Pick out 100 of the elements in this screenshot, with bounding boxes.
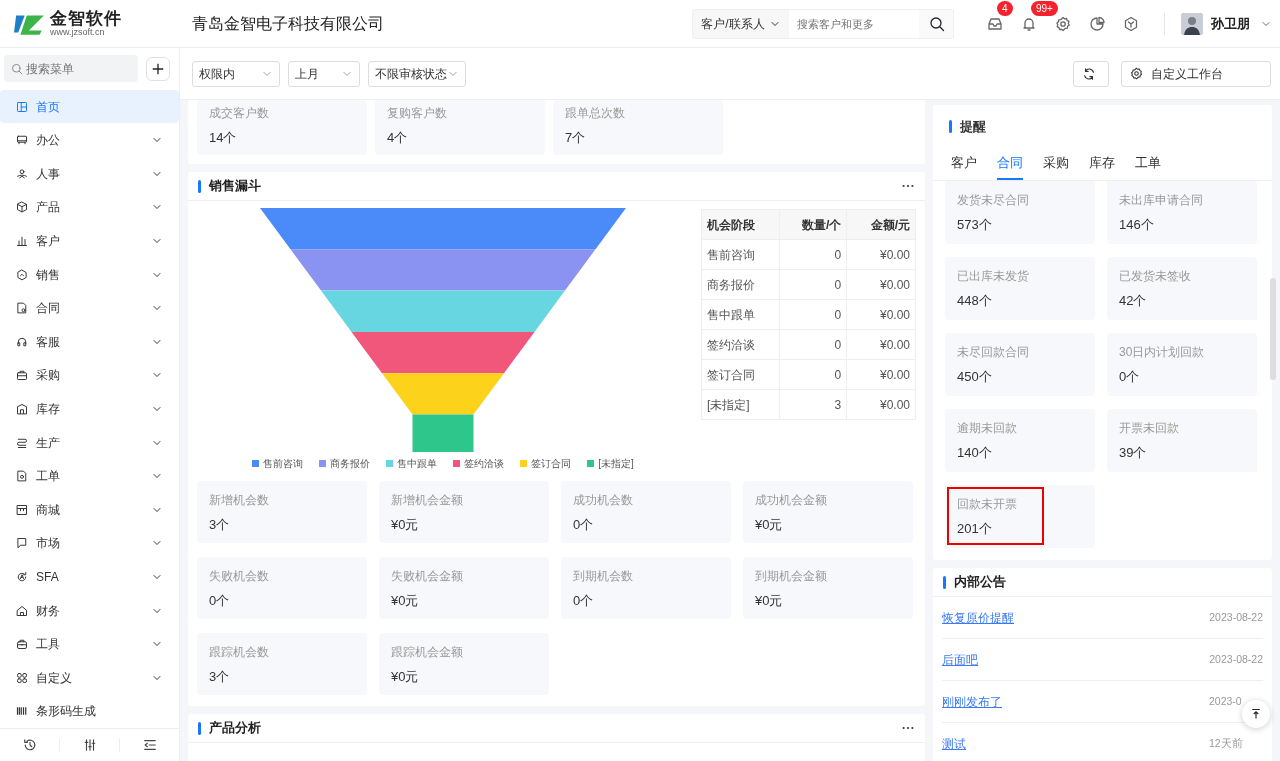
sidebar-item[interactable]: 生产 xyxy=(0,425,179,460)
tile-label: 发货未尽合同 xyxy=(957,193,1030,209)
sidebar-item[interactable]: 客户 xyxy=(0,224,179,258)
grid-icon xyxy=(16,100,28,113)
sidebar-item[interactable]: 工具 xyxy=(0,627,179,661)
table-cell: 0 xyxy=(779,359,847,390)
column-header: 数量/个 xyxy=(779,209,847,240)
tile-label: 跟踪机会数 xyxy=(209,645,270,661)
tile-label: 成交客户数 xyxy=(209,106,270,122)
add-button[interactable] xyxy=(146,56,170,81)
legend-label: [未指定] xyxy=(598,457,634,471)
sidebar-item[interactable]: 财务 xyxy=(0,593,179,628)
notice-link[interactable]: 测试 xyxy=(942,734,966,753)
sidebar-item[interactable]: 产品 xyxy=(0,190,179,225)
plus-icon xyxy=(151,61,165,76)
bell-icon xyxy=(1021,15,1037,32)
sidebar-item[interactable]: 采购 xyxy=(0,358,179,393)
tile-label: 跟踪机会金额 xyxy=(391,645,464,661)
history-icon[interactable] xyxy=(22,738,37,753)
settings-button[interactable] xyxy=(1055,15,1071,32)
notice-date: 2023-08-22 xyxy=(1209,609,1263,625)
headset-icon xyxy=(16,335,28,348)
tab[interactable]: 工单 xyxy=(1135,146,1161,180)
tile-value: 448个 xyxy=(957,291,993,310)
arrow-up-icon xyxy=(1250,708,1262,720)
sidebar-item[interactable]: 市场 xyxy=(0,526,179,561)
tab[interactable]: 采购 xyxy=(1043,146,1069,180)
sidebar-item[interactable]: SFA xyxy=(0,560,179,594)
company-name: 青岛金智电子科技有限公司 xyxy=(192,13,385,34)
tile-value: 3个 xyxy=(209,515,231,534)
user-name[interactable]: 孙卫朋 xyxy=(1211,13,1250,34)
panel-title: 内部公告 xyxy=(954,573,1006,592)
sidebar-item[interactable]: 客服 xyxy=(0,325,179,359)
notice-link[interactable]: 刚刚发布了 xyxy=(942,692,1002,711)
sidebar-item[interactable]: 工单 xyxy=(0,459,179,493)
tile-value: 14个 xyxy=(209,128,238,147)
tile-label: 新增机会金额 xyxy=(391,493,464,509)
messages-button[interactable] xyxy=(987,15,1003,32)
tile-value: 0个 xyxy=(573,515,595,534)
logo-title: 金智软件 xyxy=(50,9,122,28)
bag-icon xyxy=(16,369,28,382)
tab[interactable]: 客户 xyxy=(951,146,977,180)
table-cell: 0 xyxy=(779,299,847,330)
sidebar-item[interactable]: 销售 xyxy=(0,257,179,292)
four-squares-icon xyxy=(16,671,28,684)
sidebar-item[interactable]: 库存 xyxy=(0,392,179,426)
tile-label: 到期机会数 xyxy=(573,569,634,585)
tile-value: 146个 xyxy=(1119,215,1155,234)
sidebar-item[interactable]: 条形码生成 xyxy=(0,694,179,729)
table-cell: 签订合同 xyxy=(701,359,780,390)
table-cell: ¥0.00 xyxy=(846,389,916,420)
tile-value: ¥0元 xyxy=(391,667,420,686)
sidebar-item[interactable]: 自定义 xyxy=(0,660,179,695)
search-icon xyxy=(11,63,23,76)
customize-button[interactable]: 自定义工作台 xyxy=(1121,60,1271,87)
sidebar-item[interactable]: 商城 xyxy=(0,492,179,527)
tile-label: 开票未回款 xyxy=(1119,421,1180,437)
filter-dropdown[interactable]: 上月 xyxy=(288,60,360,87)
document-icon xyxy=(16,302,28,315)
menu-search-field[interactable]: 搜索菜单 xyxy=(4,55,138,83)
cube-icon xyxy=(16,201,28,214)
sliders-icon[interactable] xyxy=(82,738,97,753)
table-cell: 3 xyxy=(779,389,847,420)
tile-value: 450个 xyxy=(957,367,993,386)
settings-icon xyxy=(1130,67,1143,80)
logo-url: www.jzsoft.cn xyxy=(50,28,106,38)
inbox-icon xyxy=(987,15,1003,32)
chart-button[interactable] xyxy=(1089,15,1105,32)
tile-value: 201个 xyxy=(957,519,993,538)
tile-value: 3个 xyxy=(209,667,231,686)
title-marker xyxy=(943,575,946,589)
avatar[interactable] xyxy=(1181,12,1203,35)
tab[interactable]: 库存 xyxy=(1089,146,1115,180)
tile-label: 成功机会数 xyxy=(573,493,634,509)
filter-dropdown[interactable]: 权限内 xyxy=(192,60,280,87)
tile-label: 新增机会数 xyxy=(209,493,270,509)
sidebar-item[interactable]: 合同 xyxy=(0,291,179,325)
table-cell: 商务报价 xyxy=(701,269,780,300)
tile-value: 140个 xyxy=(957,443,993,462)
tile-value: 0个 xyxy=(573,591,595,610)
sidebar-item[interactable]: 办公 xyxy=(0,123,179,158)
filter-dropdown[interactable]: 不限审核状态 xyxy=(368,60,466,87)
notice-link[interactable]: 恢复原价提醒 xyxy=(942,608,1014,627)
table-cell: 签约洽谈 xyxy=(701,329,780,360)
tile-label: 跟单总次数 xyxy=(565,106,626,122)
tile-label: 未出库申请合同 xyxy=(1119,193,1204,209)
tile-value: ¥0元 xyxy=(755,515,784,534)
notifications-button[interactable] xyxy=(1021,15,1037,32)
scrollbar-thumb[interactable] xyxy=(1270,278,1276,380)
sidebar-item[interactable]: 人事 xyxy=(0,157,179,191)
notice-date: 2023-0 xyxy=(1209,693,1243,709)
tile-value: 42个 xyxy=(1119,291,1148,310)
sidebar-item[interactable]: 首页 xyxy=(0,89,179,124)
table-cell: 售中跟单 xyxy=(701,299,780,330)
collapse-menu-icon[interactable] xyxy=(142,738,157,753)
notice-link[interactable]: 后面吧 xyxy=(942,650,978,669)
legend-label: 签订合同 xyxy=(531,457,572,471)
tray-icon xyxy=(16,134,28,147)
refresh-button[interactable] xyxy=(1073,60,1109,87)
hexagon-button[interactable] xyxy=(1123,15,1139,32)
